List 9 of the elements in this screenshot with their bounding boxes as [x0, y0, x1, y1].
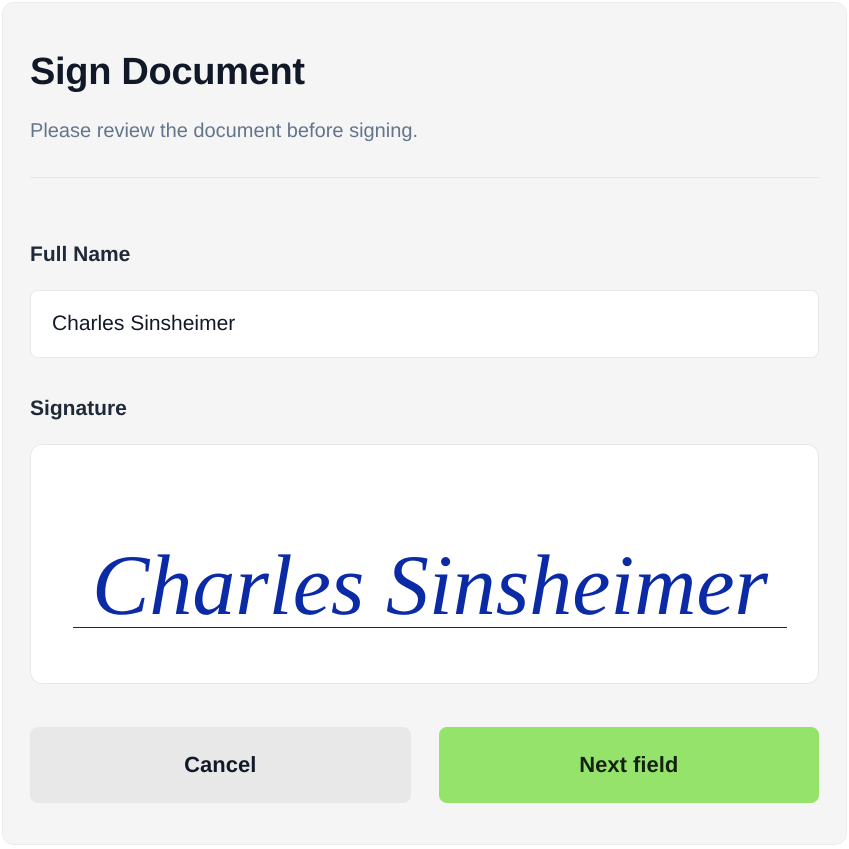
signature-text: Charles Sinsheimer [90, 542, 770, 626]
full-name-input[interactable]: Charles Sinsheimer [30, 290, 819, 358]
field-label: Full Name [30, 242, 130, 268]
signature-pad[interactable]: Charles Sinsheimer [30, 444, 819, 684]
dialog-subtitle: Please review the document before signing. [30, 119, 420, 144]
field-label: Signature [30, 396, 127, 422]
next-field-button[interactable]: Next field [438, 727, 819, 803]
cancel-button[interactable]: Cancel [30, 727, 410, 803]
dialog-title: Sign Document [30, 50, 306, 95]
